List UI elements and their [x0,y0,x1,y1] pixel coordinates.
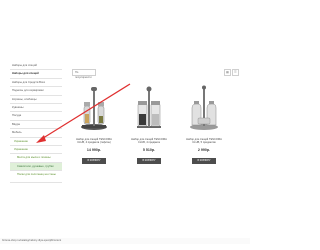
product-price: 14 990р. [86,148,102,152]
sidebar-item-1[interactable]: Наборы для специй [10,70,62,79]
add-to-cart-button[interactable]: В КОРЗИНУ [192,158,216,164]
sidebar-item-0[interactable]: Наборы для специй [10,62,62,71]
add-to-cart-button[interactable]: В КОРЗИНУ [137,158,161,164]
product-price: 2 990р. [197,148,211,152]
browser-screenshot: Наборы для специй Наборы для специй Набо… [0,0,250,250]
sidebar-item-9[interactable]: Украшение [10,138,62,146]
list-view-toggle[interactable]: ☰ [232,69,239,76]
product-image[interactable] [188,84,220,132]
product-card: Набор для специй TESCOMA CLUB, 4 предмет… [129,80,169,175]
product-card: Набор для специй TESCOMA CLUB, 4 предмет… [74,80,114,175]
sidebar-item-5[interactable]: Кувшины [10,104,62,113]
product-title[interactable]: Набор для специй TESCOMA CLUB, 4 предмет… [74,138,114,144]
product-image[interactable] [133,84,165,132]
sidebar-item-2[interactable]: Наборы для Средств Всех [10,79,62,88]
sidebar-item-4[interactable]: Корзины, хлебницы [10,96,62,104]
sidebar-item-7[interactable]: Вёдра [10,121,62,130]
product-title[interactable]: Набор для специй TESCOMA CLUB, 4 предмет… [129,138,169,144]
sort-select[interactable]: По популярности [72,69,96,79]
sidebar-item-8[interactable]: Мебель [10,129,62,138]
add-to-cart-button[interactable]: В КОРЗИНУ [82,158,106,164]
product-card: Набор для специй TESCOMA CLUB, 5 предмет… [184,80,224,175]
grid-icon: ▦ [226,70,229,74]
sidebar-item-12-active[interactable]: Смесители, душевые, трубки [10,162,62,172]
product-title[interactable]: Набор для специй TESCOMA CLUB, 5 предмет… [184,138,224,144]
grid-view-toggle[interactable]: ▦ [224,69,231,76]
sidebar-item-3[interactable]: Подносы для сервировки [10,87,62,96]
sidebar-item-6[interactable]: Посуда [10,112,62,121]
list-icon: ☰ [234,70,237,74]
category-sidebar: Наборы для специй Наборы для специй Набо… [10,62,62,184]
status-bar-url: fortuna-shop.ru/catalog/nabory-dlya-spec… [0,238,250,244]
sidebar-item-11[interactable]: Места для мыла и гигиены [10,154,62,163]
sidebar-item-10[interactable]: Украшение [10,146,62,155]
product-image[interactable] [78,84,110,132]
sidebar-item-13[interactable]: Полки для полотенец на стены [10,171,62,184]
product-price: 5 510р. [142,148,156,152]
